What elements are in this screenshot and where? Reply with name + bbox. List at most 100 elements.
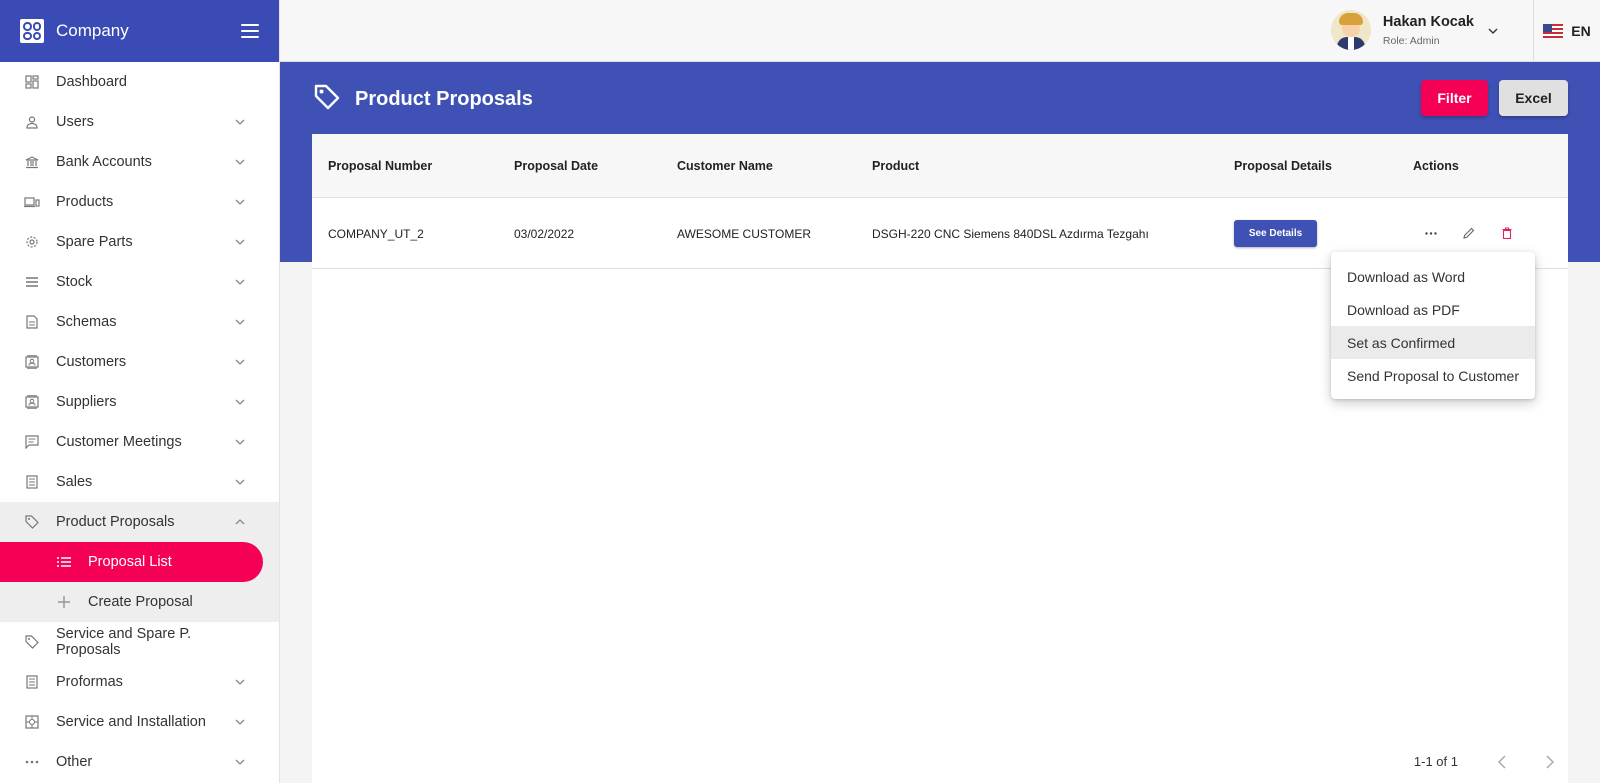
sidebar-item-product-proposals[interactable]: Product Proposals: [0, 502, 279, 542]
sidebar-item-service-installation[interactable]: Service and Installation: [0, 702, 279, 742]
us-flag-icon: [1543, 24, 1564, 38]
chevron-down-icon: [1488, 21, 1498, 39]
customer-name: AWESOME CUSTOMER: [677, 227, 812, 241]
sidebar-item-stock[interactable]: Stock: [0, 262, 279, 302]
column-header[interactable]: Customer Name: [677, 159, 773, 173]
chevron-down-icon: [233, 275, 247, 289]
sidebar-item-schemas[interactable]: Schemas: [0, 302, 279, 342]
sidebar-item-customers[interactable]: Customers: [0, 342, 279, 382]
chevron-down-icon: [233, 395, 247, 409]
sidebar-item-proformas[interactable]: Proformas: [0, 662, 279, 702]
filter-button[interactable]: Filter: [1421, 80, 1488, 116]
pagination-info: 1-1 of 1: [1413, 754, 1458, 769]
sidebar-item-label: Spare Parts: [56, 234, 133, 250]
sidebar-item-label: Users: [56, 114, 94, 130]
language-code: EN: [1571, 23, 1591, 39]
excel-export-button[interactable]: Excel: [1499, 80, 1568, 116]
sidebar-item-service-spare-proposals[interactable]: Service and Spare P. Proposals: [0, 622, 279, 662]
chevron-down-icon: [233, 715, 247, 729]
sidebar-item-users[interactable]: Users: [0, 102, 279, 142]
brand-name: Company: [56, 21, 129, 40]
sidebar-item-label: Customers: [56, 354, 127, 370]
language-selector[interactable]: EN: [1533, 0, 1600, 62]
edit-icon[interactable]: [1461, 225, 1477, 241]
tag-icon: [24, 634, 40, 650]
delete-icon[interactable]: [1499, 225, 1515, 241]
chevron-down-icon: [233, 755, 247, 769]
user-menu[interactable]: Hakan Kocak Role: Admin: [1330, 10, 1498, 50]
contact-icon: [24, 354, 40, 370]
proposal-number: COMPANY_UT_2: [328, 227, 424, 241]
more-actions-icon[interactable]: [1423, 225, 1439, 241]
sidebar-item-label: Sales: [56, 474, 93, 490]
column-header: Proposal Details: [1234, 159, 1332, 173]
menu-item-send-to-customer[interactable]: Send Proposal to Customer: [1331, 359, 1535, 392]
company-logo-icon: [20, 19, 44, 43]
sidebar: Company Dashboard Users Bank Accounts Pr…: [0, 0, 280, 783]
install-icon: [24, 714, 40, 730]
tag-icon: [24, 514, 40, 530]
sidebar-item-label: Create Proposal: [88, 594, 193, 610]
sidebar-item-create-proposal[interactable]: Create Proposal: [0, 582, 279, 622]
menu-toggle-icon[interactable]: [241, 24, 259, 38]
chevron-down-icon: [233, 115, 247, 129]
product-name: DSGH-220 CNC Siemens 840DSL Azdırma Tezg…: [872, 227, 1149, 241]
sidebar-item-other[interactable]: Other: [0, 742, 279, 782]
user-role: Role: Admin: [1382, 34, 1440, 47]
next-page-icon[interactable]: [1532, 754, 1568, 769]
sidebar-item-label: Schemas: [56, 314, 117, 330]
sidebar-item-spare-parts[interactable]: Spare Parts: [0, 222, 279, 262]
receipt-icon: [24, 674, 40, 690]
table-header: Proposal Number Proposal Date Customer N…: [312, 134, 1568, 198]
person-icon: [24, 114, 40, 130]
chevron-down-icon: [233, 475, 247, 489]
sidebar-item-label: Stock: [56, 274, 93, 290]
sidebar-item-label: Proposal List: [88, 554, 172, 570]
sidebar-item-sales[interactable]: Sales: [0, 462, 279, 502]
chat-icon: [24, 434, 40, 450]
sidebar-item-label: Products: [56, 194, 114, 210]
sidebar-item-customer-meetings[interactable]: Customer Meetings: [0, 422, 279, 462]
column-header: Actions: [1413, 159, 1459, 173]
sidebar-item-label: Service and Installation: [56, 714, 206, 730]
plus-icon: [56, 594, 72, 610]
user-name: Hakan Kocak: [1382, 13, 1474, 30]
list-icon: [56, 554, 72, 570]
devices-icon: [24, 194, 40, 210]
chevron-up-icon: [233, 515, 247, 529]
sidebar-item-label: Product Proposals: [56, 514, 175, 530]
column-header[interactable]: Product: [872, 159, 919, 173]
proposals-table: Proposal Number Proposal Date Customer N…: [312, 134, 1568, 783]
chevron-down-icon: [233, 435, 247, 449]
sidebar-item-label: Proformas: [56, 674, 123, 690]
chevron-down-icon: [233, 195, 247, 209]
bank-icon: [24, 154, 40, 170]
dashboard-icon: [24, 74, 40, 90]
pagination: 1-1 of 1: [1414, 754, 1568, 769]
sidebar-item-label: Other: [56, 754, 93, 770]
menu-item-download-pdf[interactable]: Download as PDF: [1331, 293, 1535, 326]
sidebar-item-bank-accounts[interactable]: Bank Accounts: [0, 142, 279, 182]
sidebar-item-suppliers[interactable]: Suppliers: [0, 382, 279, 422]
menu-item-set-confirmed[interactable]: Set as Confirmed: [1331, 326, 1535, 359]
contact-icon: [24, 394, 40, 410]
column-header[interactable]: Proposal Date: [514, 159, 598, 173]
column-header[interactable]: Proposal Number: [328, 159, 432, 173]
see-details-button[interactable]: See Details: [1234, 220, 1317, 247]
sidebar-item-proposal-list[interactable]: Proposal List: [0, 542, 263, 582]
menu-item-download-word[interactable]: Download as Word: [1331, 260, 1535, 293]
user-info: Hakan Kocak Role: Admin: [1383, 14, 1474, 47]
previous-page-icon[interactable]: [1484, 754, 1520, 769]
page-heading: Product Proposals: [313, 83, 533, 116]
product-proposals-submenu: Proposal List Create Proposal: [0, 542, 279, 622]
proposal-date: 03/02/2022: [514, 227, 575, 241]
chevron-down-icon: [233, 315, 247, 329]
chevron-down-icon: [233, 155, 247, 169]
sidebar-item-label: Customer Meetings: [56, 434, 182, 450]
chevron-down-icon: [233, 355, 247, 369]
sidebar-item-dashboard[interactable]: Dashboard: [0, 62, 279, 102]
top-bar: Hakan Kocak Role: Admin EN: [280, 0, 1600, 62]
avatar: [1330, 10, 1371, 50]
sidebar-item-products[interactable]: Products: [0, 182, 279, 222]
chevron-down-icon: [233, 675, 247, 689]
